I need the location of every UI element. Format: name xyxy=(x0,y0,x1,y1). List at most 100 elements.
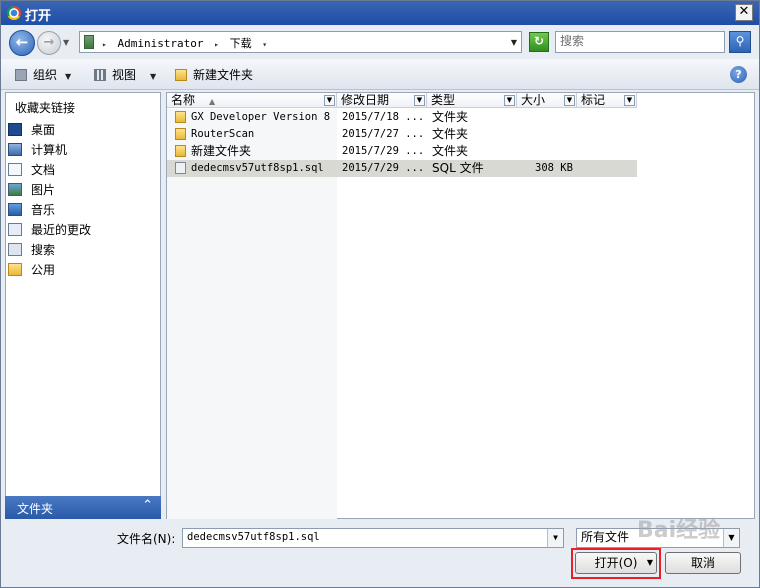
new-folder-button[interactable]: 新建文件夹 xyxy=(175,66,253,84)
file-type: 文件夹 xyxy=(432,110,469,124)
column-filter-dropdown-icon[interactable]: ▼ xyxy=(504,95,515,106)
search-button[interactable]: ⚲ xyxy=(729,31,751,53)
breadcrumb-separator-icon[interactable]: ▸ xyxy=(214,40,219,49)
folders-label: 文件夹 xyxy=(17,502,54,516)
window-title: 打开 xyxy=(25,9,52,24)
column-header-date[interactable]: 修改日期 ▼ xyxy=(337,93,427,108)
column-header-type[interactable]: 类型 ▼ xyxy=(427,93,517,108)
breadcrumb-item-downloads[interactable]: 下载 xyxy=(230,37,252,50)
music-icon xyxy=(8,203,22,216)
nav-item-label: 搜索 xyxy=(31,243,56,257)
filename-label: 文件名(N): xyxy=(117,532,176,546)
organize-button[interactable]: 组织 ▼ xyxy=(15,66,71,84)
chevron-up-icon: ⌃ xyxy=(142,498,153,513)
sort-ascending-icon: ▲ xyxy=(209,97,216,106)
open-button[interactable]: 打开(O) ▼ xyxy=(575,552,657,574)
column-filter-dropdown-icon[interactable]: ▼ xyxy=(414,95,425,106)
view-button[interactable]: 视图 ▼ xyxy=(94,66,156,84)
file-type-dropdown-icon[interactable]: ▼ xyxy=(723,529,739,547)
nav-item-label: 最近的更改 xyxy=(31,223,92,237)
history-dropdown-icon[interactable]: ▼ xyxy=(63,37,73,49)
file-row[interactable]: GX Developer Version 8 2015/7/18 ... 文件夹 xyxy=(167,109,637,126)
file-type: SQL 文件 xyxy=(432,161,484,175)
desktop-icon xyxy=(8,123,22,136)
file-date: 2015/7/27 ... xyxy=(342,128,425,140)
file-list: 名称 ▲ ▼ 修改日期 ▼ 类型 ▼ 大小 ▼ 标记 ▼ GX Developer xyxy=(166,92,755,519)
address-row: ← → ▼ ▸ Administrator ▸ 下载 ▾ ▼ ↻ 搜索 ⚲ xyxy=(1,25,759,59)
column-header-label: 名称 xyxy=(171,93,196,107)
file-row[interactable]: RouterScan 2015/7/27 ... 文件夹 xyxy=(167,126,637,143)
nav-item-public[interactable]: 公用 xyxy=(8,261,55,279)
refresh-button[interactable]: ↻ xyxy=(529,32,549,52)
file-type-value: 所有文件 xyxy=(581,530,630,544)
command-bar: 组织 ▼ 视图 ▼ 新建文件夹 ? xyxy=(1,59,759,90)
file-date: 2015/7/29 ... xyxy=(342,162,425,174)
nav-item-label: 桌面 xyxy=(31,123,56,137)
forward-arrow-icon: → xyxy=(43,35,55,50)
file-name: dedecmsv57utf8sp1.sql xyxy=(191,162,324,174)
new-folder-label: 新建文件夹 xyxy=(193,68,254,82)
recent-changes-icon xyxy=(8,223,22,236)
nav-item-desktop[interactable]: 桌面 xyxy=(8,121,55,139)
column-header-label: 标记 xyxy=(581,93,606,107)
breadcrumb-separator-icon[interactable]: ▸ xyxy=(102,40,107,49)
open-button-label: 打开(O) xyxy=(594,556,638,570)
folders-toggle-bar[interactable]: 文件夹 ⌃ xyxy=(5,496,161,519)
nav-item-pictures[interactable]: 图片 xyxy=(8,181,55,199)
column-header-label: 类型 xyxy=(431,93,456,107)
search-input[interactable]: 搜索 xyxy=(555,31,725,53)
column-filter-dropdown-icon[interactable]: ▼ xyxy=(564,95,575,106)
navigation-pane: 收藏夹链接 桌面 计算机 文档 图片 音乐 最近的更改 搜索 公用 xyxy=(5,92,161,519)
nav-item-recent-changes[interactable]: 最近的更改 xyxy=(8,221,91,239)
nav-item-label: 计算机 xyxy=(31,143,68,157)
nav-item-music[interactable]: 音乐 xyxy=(8,201,55,219)
forward-button[interactable]: → xyxy=(37,31,61,55)
chrome-app-icon xyxy=(7,6,21,20)
column-header-label: 大小 xyxy=(521,93,546,107)
nav-item-computer[interactable]: 计算机 xyxy=(8,141,67,159)
close-button[interactable]: ✕ xyxy=(735,4,753,21)
help-button[interactable]: ? xyxy=(730,66,747,83)
breadcrumb-separator-icon[interactable]: ▾ xyxy=(262,40,267,49)
nav-item-label: 文档 xyxy=(31,163,56,177)
filename-dropdown-icon[interactable]: ▼ xyxy=(547,529,563,547)
refresh-icon: ↻ xyxy=(533,34,545,48)
file-name: RouterScan xyxy=(191,128,255,140)
file-type: 文件夹 xyxy=(432,144,469,158)
nav-item-search[interactable]: 搜索 xyxy=(8,241,55,259)
chevron-down-icon: ▼ xyxy=(150,72,157,81)
organize-icon xyxy=(15,69,27,81)
back-arrow-icon: ← xyxy=(15,33,29,51)
file-type: 文件夹 xyxy=(432,127,469,141)
column-filter-dropdown-icon[interactable]: ▼ xyxy=(324,95,335,106)
open-file-dialog: 打开 ✕ ← → ▼ ▸ Administrator ▸ 下载 ▾ ▼ ↻ 搜索… xyxy=(0,0,760,588)
organize-label: 组织 xyxy=(33,68,58,82)
nav-item-label: 图片 xyxy=(31,183,56,197)
breadcrumb-item-administrator[interactable]: Administrator xyxy=(117,37,203,50)
location-folder-icon xyxy=(84,35,94,49)
nav-item-documents[interactable]: 文档 xyxy=(8,161,55,179)
column-filter-dropdown-icon[interactable]: ▼ xyxy=(624,95,635,106)
nav-item-label: 公用 xyxy=(31,263,56,277)
file-row[interactable]: 新建文件夹 2015/7/29 ... 文件夹 xyxy=(167,143,637,160)
chevron-down-icon: ▼ xyxy=(65,72,72,81)
split-dropdown-icon[interactable]: ▼ xyxy=(647,553,653,573)
computer-icon xyxy=(8,143,22,156)
title-bar[interactable]: 打开 ✕ xyxy=(1,1,759,25)
folder-icon xyxy=(175,128,186,140)
file-name: GX Developer Version 8 xyxy=(191,111,331,123)
nav-item-label: 音乐 xyxy=(31,203,56,217)
column-header-size[interactable]: 大小 ▼ xyxy=(517,93,577,108)
back-button[interactable]: ← xyxy=(9,30,35,56)
cancel-button[interactable]: 取消 xyxy=(665,552,741,574)
favorites-heading: 收藏夹链接 xyxy=(15,101,76,115)
filename-input[interactable]: dedecmsv57utf8sp1.sql ▼ xyxy=(182,528,564,548)
file-row-selected[interactable]: dedecmsv57utf8sp1.sql 2015/7/29 ... SQL … xyxy=(167,160,637,177)
column-header-tags[interactable]: 标记 ▼ xyxy=(577,93,637,108)
address-dropdown-icon[interactable]: ▼ xyxy=(511,38,517,47)
documents-icon xyxy=(8,163,22,176)
folder-icon xyxy=(175,145,186,157)
column-header-name[interactable]: 名称 ▲ ▼ xyxy=(167,93,337,108)
address-bar[interactable]: ▸ Administrator ▸ 下载 ▾ ▼ xyxy=(79,31,522,53)
public-folder-icon xyxy=(8,263,22,276)
